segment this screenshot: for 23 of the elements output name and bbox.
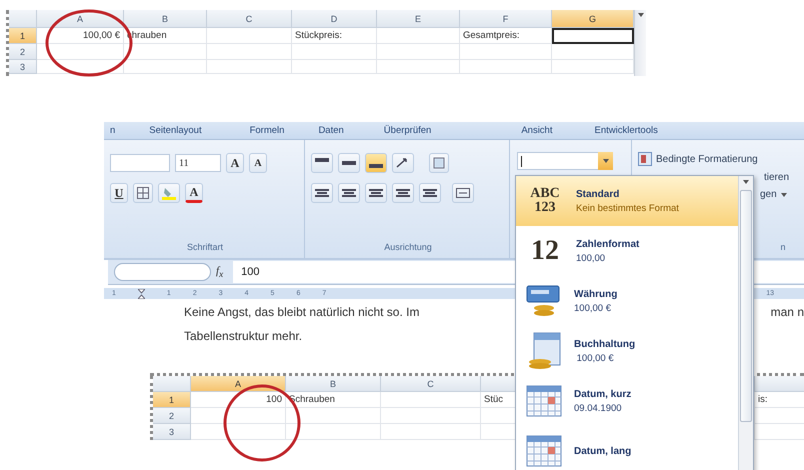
body-text: man n xyxy=(770,305,804,321)
option-example: 100,00 € xyxy=(576,352,615,364)
option-title: Datum, lang xyxy=(574,446,632,456)
option-example: 100,00 € xyxy=(574,302,612,314)
option-example: 100,00 xyxy=(576,252,606,264)
group-label: Schriftart xyxy=(186,242,224,252)
option-example: Kein bestimmtes Format xyxy=(576,202,679,214)
body-text: Keine Angst, das bleibt natürlich nicht so. Im xyxy=(184,305,420,321)
option-title: Buchhaltung xyxy=(574,338,636,350)
body-text: Tabellenstruktur mehr. xyxy=(184,329,302,345)
group-label: n xyxy=(779,242,786,252)
table-cell: 100 xyxy=(191,392,286,408)
option-title: Zahlenformat xyxy=(576,238,640,250)
option-title: Währung xyxy=(574,288,618,300)
option-example: 09.04.1900 xyxy=(574,402,623,414)
option-title: Datum, kurz xyxy=(574,388,632,400)
table-cell: Stückpreis: xyxy=(292,28,377,44)
table-cell: is: xyxy=(755,392,804,408)
group-label: Ausrichtung xyxy=(383,242,433,252)
format-icon: ABC 123 xyxy=(526,187,564,215)
option-title: Standard xyxy=(576,188,620,200)
table-cell: Gesamtpreis: xyxy=(460,28,552,44)
table-cell: 100,00 € xyxy=(37,28,124,44)
